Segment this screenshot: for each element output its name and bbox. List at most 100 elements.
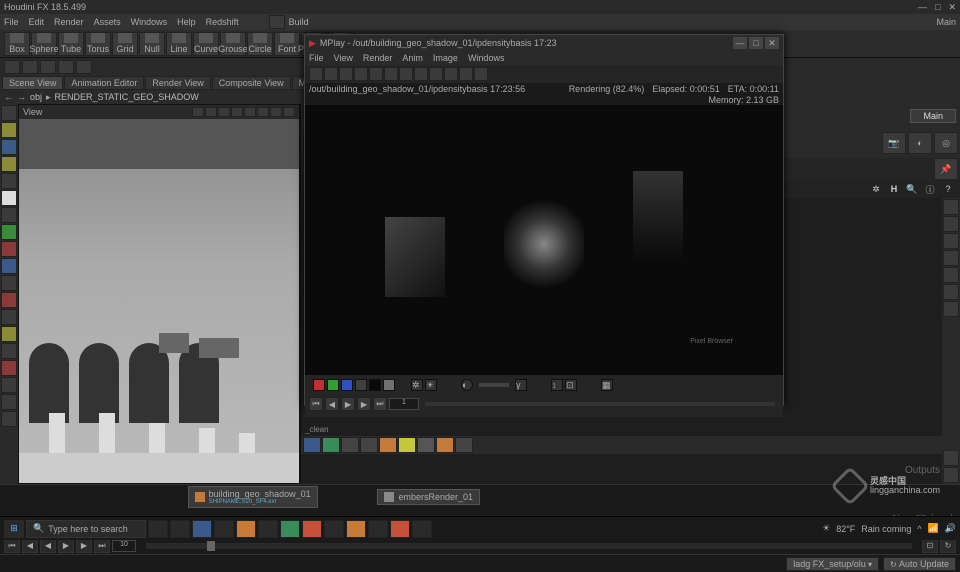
taskbar-app-icon[interactable] [412,520,432,538]
tool-icon[interactable] [1,377,17,393]
next-frame-icon[interactable]: ▶ [357,397,371,411]
viewport-3d[interactable]: View [18,104,300,484]
tool-icon[interactable] [40,60,56,74]
tool-icon[interactable] [1,326,17,342]
mplay-menu-file[interactable]: File [309,53,324,63]
nettab-icon[interactable] [455,437,473,453]
mplay-tool-icon[interactable] [339,67,353,81]
vp-icon[interactable] [192,107,204,117]
vp-icon[interactable] [218,107,230,117]
tool-icon[interactable] [58,60,74,74]
mplay-render-view[interactable]: Pixel Browser [305,105,783,375]
next-key-icon[interactable]: ▶ [76,539,92,553]
contrast-icon[interactable]: ◐ [461,379,473,391]
frame-start-field[interactable]: 10 [112,540,136,552]
side-icon[interactable] [943,467,959,483]
color-swatch[interactable] [369,379,381,391]
tray-chevron-icon[interactable]: ^ [917,524,921,534]
tool-icon[interactable] [1,275,17,291]
mplay-titlebar[interactable]: ▶ MPlay - /out/building_geo_shadow_01/ip… [305,35,783,51]
tool-magnet-icon[interactable] [1,360,17,376]
network-node[interactable]: building_geo_shadow_01 SHIPNAME.S20_SF4.… [188,486,318,508]
shelf-sphere[interactable]: Sphere [31,32,57,56]
mplay-tool-icon[interactable] [444,67,458,81]
mplay-menu-windows[interactable]: Windows [468,53,505,63]
shelf-curve[interactable]: Curve [193,32,219,56]
display-icon[interactable]: ☀ [425,379,437,391]
tool-select-icon[interactable] [1,105,17,121]
shelf-line[interactable]: Line [166,32,192,56]
tool-icon[interactable] [1,292,17,308]
grid-icon[interactable]: ▦ [601,379,613,391]
taskbar-app-icon[interactable] [368,520,388,538]
tab-animation-editor[interactable]: Animation Editor [64,76,144,90]
nettab-icon[interactable] [417,437,435,453]
main-tab[interactable]: Main [910,109,956,123]
minimize-icon[interactable]: — [918,2,927,13]
shelf-font[interactable]: Font [274,32,300,56]
mplay-close-icon[interactable]: ✕ [765,37,779,49]
color-swatch[interactable] [341,379,353,391]
auto-update-button[interactable]: ↻ Auto Update [883,557,956,571]
transport-icon[interactable]: ⊡ [922,539,938,553]
mplay-tool-icon[interactable] [309,67,323,81]
menu-help[interactable]: Help [177,17,196,27]
taskbar-app-icon[interactable] [170,520,190,538]
mplay-tool-icon[interactable] [369,67,383,81]
frame-field[interactable]: 1 [389,398,419,410]
search-icon[interactable]: 🔍 [904,181,920,197]
taskbar-app-icon[interactable] [258,520,278,538]
menu-edit[interactable]: Edit [29,17,45,27]
side-icon[interactable] [943,284,959,300]
prev-key-icon[interactable]: ◀ [22,539,38,553]
side-icon[interactable] [943,301,959,317]
nettab-icon[interactable] [360,437,378,453]
nettab-icon[interactable] [341,437,359,453]
close-icon[interactable]: ✕ [948,2,956,13]
mplay-timeline-slider[interactable] [425,402,775,406]
info-icon[interactable]: ⓘ [922,181,938,197]
shelf-circle[interactable]: Circle [247,32,273,56]
tool-light-icon[interactable] [1,122,17,138]
path-node[interactable]: RENDER_STATIC_GEO_SHADOW [55,92,199,102]
tab-render-view[interactable]: Render View [145,76,210,90]
side-icon[interactable] [943,233,959,249]
taskbar-app-icon[interactable] [324,520,344,538]
taskbar-app-icon[interactable] [302,520,322,538]
rtool-icon[interactable]: ◐ [908,132,932,154]
last-frame-icon[interactable]: ⏭ [94,539,110,553]
h-icon[interactable]: H [886,181,902,197]
taskbar-app-icon[interactable] [280,520,300,538]
build-label[interactable]: Build [289,17,309,27]
tool-icon[interactable] [1,411,17,427]
side-icon[interactable] [943,199,959,215]
mplay-menu-anim[interactable]: Anim [402,53,423,63]
maximize-icon[interactable]: □ [935,2,940,13]
shelf-grouse[interactable]: Grouse [220,32,246,56]
build-dropdown-icon[interactable] [269,15,285,29]
tool-icon[interactable] [1,309,17,325]
bottom-button[interactable]: ladg FX_setup/olu ▾ [786,557,879,571]
mplay-minimize-icon[interactable]: — [733,37,747,49]
mplay-menu-render[interactable]: Render [363,53,393,63]
menu-windows[interactable]: Windows [131,17,168,27]
menu-assets[interactable]: Assets [94,17,121,27]
tool-camera-icon[interactable] [1,139,17,155]
shelf-torus[interactable]: Torus [85,32,111,56]
timeline-playhead[interactable] [207,541,215,551]
tab-composite-view[interactable]: Composite View [212,76,291,90]
mplay-tool-icon[interactable] [429,67,443,81]
vp-icon[interactable] [283,107,295,117]
tool-icon[interactable]: ⊡ [565,379,577,391]
back-icon[interactable]: ← [4,92,13,102]
last-frame-icon[interactable]: ⏭ [373,397,387,411]
tool-icon[interactable]: ↕ [551,379,563,391]
path-root[interactable]: obj [30,92,42,102]
nettab-icon[interactable] [436,437,454,453]
weather-icon[interactable]: ☀ [822,523,830,534]
mplay-menu-image[interactable]: Image [433,53,458,63]
vp-icon[interactable] [270,107,282,117]
mplay-tool-icon[interactable] [384,67,398,81]
color-swatch[interactable] [383,379,395,391]
play-icon[interactable]: ▶ [341,397,355,411]
